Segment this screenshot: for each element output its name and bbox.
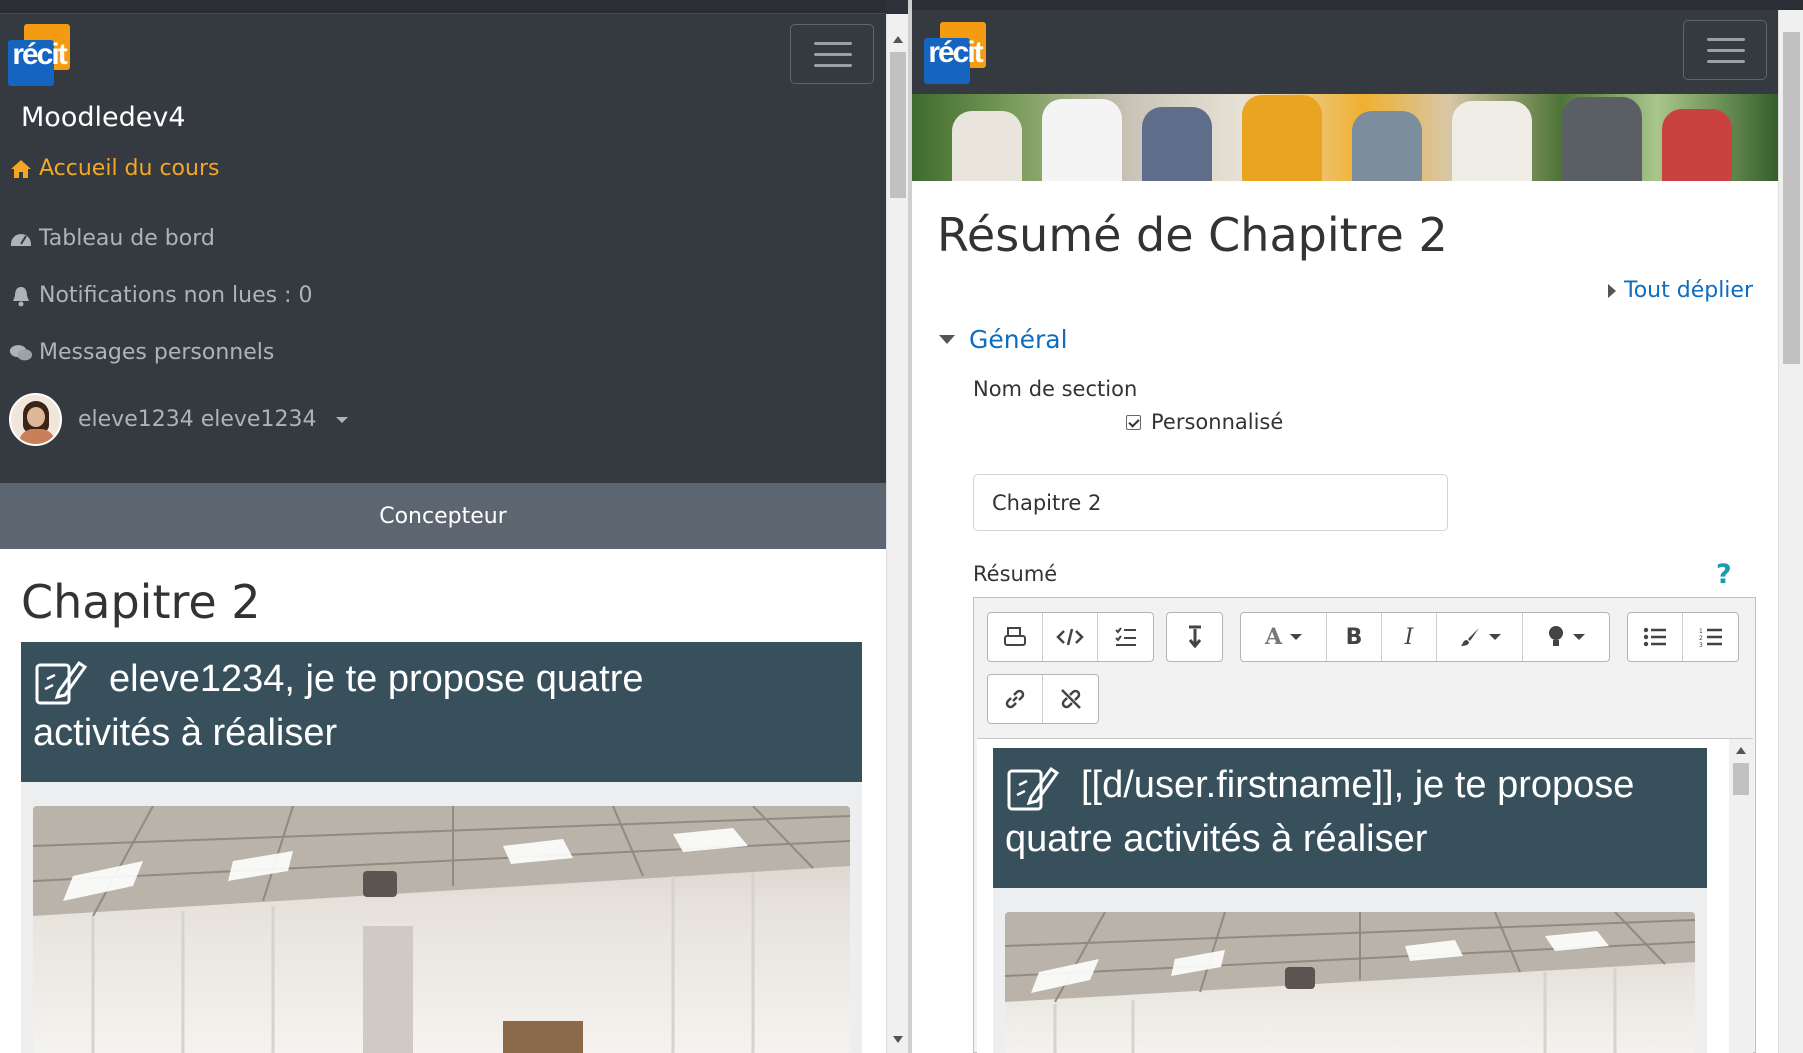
svg-text:2: 2: [1699, 635, 1703, 642]
left-scrollbar[interactable]: [886, 14, 908, 1053]
user-name: eleve1234 eleve1234: [78, 407, 317, 432]
page-title: Chapitre 2: [21, 575, 261, 629]
nav-item-dashboard[interactable]: Tableau de bord: [9, 226, 215, 251]
link-icon[interactable]: [988, 675, 1043, 723]
image-frame: [21, 782, 862, 1053]
custom-checkbox-row[interactable]: Personnalisé: [1126, 410, 1283, 434]
numbered-list-icon[interactable]: 123: [1683, 613, 1738, 661]
lightbulb-icon[interactable]: [1523, 613, 1609, 661]
nav-item-course-home[interactable]: Accueil du cours: [9, 156, 219, 181]
course-header-image: [912, 94, 1778, 181]
dashboard-icon: [9, 227, 33, 251]
browser-top-strip-right: [912, 0, 1803, 10]
chevron-down-icon: [336, 416, 349, 423]
section-name-input[interactable]: Chapitre 2: [973, 474, 1448, 531]
classroom-photo: [33, 806, 850, 1053]
editor-activity-banner: [[d/user.firstname]], je te propose quat…: [993, 748, 1707, 888]
toolbar-group-4: 123: [1627, 612, 1739, 662]
menu-toggle-button[interactable]: [790, 24, 874, 84]
left-navigation-drawer: récit Moodledev4 Accueil du cours Tablea…: [0, 14, 886, 483]
expand-all-link[interactable]: Tout déplier: [1608, 278, 1753, 303]
avatar: [9, 393, 62, 446]
toolbar-group-2: [1166, 612, 1223, 662]
user-menu[interactable]: eleve1234 eleve1234: [9, 393, 349, 446]
right-navbar: récit: [912, 10, 1778, 94]
section-general-toggle[interactable]: Général: [939, 325, 1068, 354]
editor-scrollbar-thumb[interactable]: [1733, 763, 1749, 795]
print-icon[interactable]: [988, 613, 1043, 661]
editor-content-area[interactable]: [[d/user.firstname]], je te propose quat…: [977, 738, 1753, 1053]
svg-text:1: 1: [1699, 628, 1703, 635]
recit-logo-right[interactable]: récit: [924, 22, 986, 84]
left-scrollbar-thumb[interactable]: [890, 52, 906, 198]
right-pane: récit Résumé de Chapitre 2 Tout déplier …: [912, 0, 1803, 1053]
messages-icon: [9, 341, 33, 365]
bold-button[interactable]: B: [1327, 613, 1382, 661]
recit-logo[interactable]: récit: [8, 24, 70, 86]
help-icon[interactable]: ?: [1716, 559, 1732, 590]
screen: récit Moodledev4 Accueil du cours Tablea…: [0, 0, 1803, 1053]
font-style-button[interactable]: A: [1241, 613, 1327, 661]
nav-item-notifications[interactable]: Notifications non lues : 0: [9, 283, 312, 308]
pencil-paper-icon: [1005, 763, 1060, 818]
mode-bar-concepteur[interactable]: Concepteur: [0, 483, 886, 549]
html-code-icon[interactable]: [1043, 613, 1098, 661]
nav-item-messages[interactable]: Messages personnels: [9, 340, 274, 365]
checklist-icon[interactable]: [1098, 613, 1153, 661]
caret-down-icon: [939, 335, 955, 344]
summary-label: Résumé: [973, 562, 1058, 586]
toolbar-group-5: [987, 674, 1099, 724]
left-pane: récit Moodledev4 Accueil du cours Tablea…: [0, 0, 886, 1053]
menu-toggle-button-right[interactable]: [1683, 20, 1767, 80]
insert-below-icon[interactable]: [1167, 613, 1222, 661]
site-name[interactable]: Moodledev4: [21, 102, 186, 133]
right-scrollbar[interactable]: [1778, 10, 1803, 1053]
pencil-paper-icon: [33, 657, 88, 712]
browser-top-strip: [0, 0, 886, 14]
bullet-list-icon[interactable]: [1628, 613, 1683, 661]
editor-image-frame: [993, 888, 1707, 1053]
bell-icon: [9, 284, 33, 308]
right-scrollbar-thumb[interactable]: [1783, 32, 1800, 364]
caret-right-icon: [1608, 283, 1616, 298]
paintbrush-icon[interactable]: [1437, 613, 1523, 661]
home-icon: [9, 157, 33, 181]
editor-classroom-photo: [1005, 912, 1695, 1053]
italic-button[interactable]: I: [1382, 613, 1437, 661]
svg-text:3: 3: [1699, 642, 1703, 647]
summary-editor: A B I 123 [[d/user.firstname]], je te pr…: [973, 597, 1756, 1053]
course-content: Chapitre 2 eleve1234, je te propose quat…: [0, 549, 886, 1053]
toolbar-group-1: [987, 612, 1154, 662]
unlink-icon[interactable]: [1043, 675, 1098, 723]
editor-scrollbar[interactable]: [1729, 739, 1753, 1053]
activity-banner: eleve1234, je te propose quatre activité…: [21, 642, 862, 782]
form-title: Résumé de Chapitre 2: [937, 208, 1448, 262]
toolbar-group-3: A B I: [1240, 612, 1610, 662]
section-name-label: Nom de section: [973, 377, 1138, 401]
custom-checkbox[interactable]: [1126, 414, 1141, 430]
